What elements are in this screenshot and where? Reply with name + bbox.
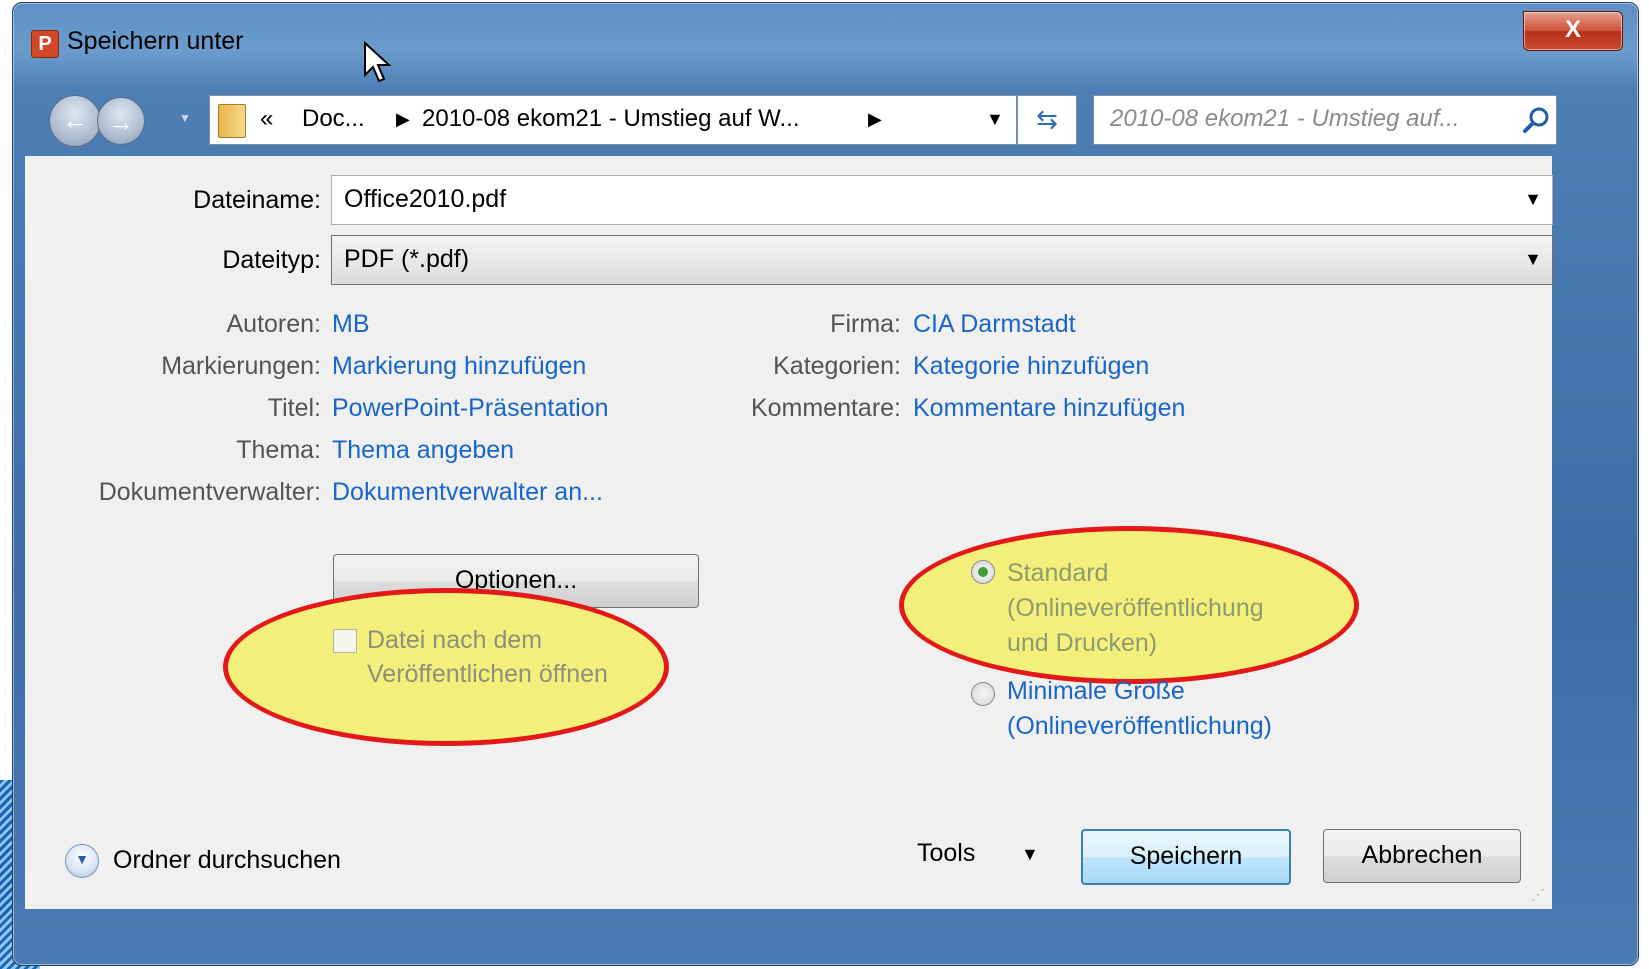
dialog-content: Dateiname: Office2010.pdf ▼ Dateityp: PD… (25, 156, 1553, 909)
filetype-value: PDF (*.pdf) (344, 245, 470, 273)
meta-value-tags[interactable]: Markierung hinzufügen (332, 352, 586, 381)
save-button[interactable]: Speichern (1081, 829, 1291, 885)
open-after-publish-label[interactable]: Datei nach dem Veröffentlichen öffnen (367, 623, 667, 691)
filename-value[interactable]: Office2010.pdf (344, 185, 506, 214)
close-button[interactable]: X (1523, 11, 1623, 51)
meta-label-company: Firma: (830, 310, 901, 338)
filetype-select[interactable]: PDF (*.pdf) ▼ (331, 235, 1553, 285)
folder-icon (218, 104, 246, 138)
window-title: Speichern unter (67, 27, 244, 55)
breadcrumb-chevron-icon[interactable]: ▶ (868, 109, 882, 130)
browse-folders-label[interactable]: Ordner durchsuchen (113, 846, 341, 875)
forward-arrow-icon: → (108, 107, 134, 137)
breadcrumb-chevron-icon[interactable]: ▶ (396, 109, 410, 130)
recent-locations-chevron-icon[interactable]: ▼ (179, 111, 193, 125)
refresh-button[interactable]: ⇆ (1017, 95, 1077, 145)
meta-label-subject: Thema: (236, 436, 321, 464)
filetype-label: Dateityp: (222, 246, 321, 274)
radio-minimal-size-label[interactable]: Minimale Größe (Onlineveröffentlichung) (1007, 674, 1287, 744)
refresh-icon: ⇆ (1036, 104, 1058, 134)
radio-standard-label[interactable]: Standard (Onlineveröffentlichung und Dru… (1007, 556, 1287, 661)
back-button[interactable]: ← (49, 95, 101, 147)
address-overflow[interactable]: « (260, 105, 273, 133)
filename-field[interactable]: Office2010.pdf ▼ (331, 175, 1553, 225)
search-icon[interactable] (1520, 104, 1552, 136)
search-placeholder: 2010-08 ekom21 - Umstieg auf... (1110, 105, 1460, 132)
meta-value-title[interactable]: PowerPoint-Präsentation (332, 394, 609, 423)
meta-label-comments: Kommentare: (750, 394, 901, 422)
meta-label-tags: Markierungen: (161, 352, 321, 380)
mouse-cursor-icon (364, 41, 392, 83)
tools-chevron-down-icon[interactable]: ▼ (1021, 844, 1039, 865)
radio-minimal-size[interactable] (971, 682, 995, 706)
chevron-down-icon: ▼ (75, 851, 89, 867)
chevron-down-icon[interactable]: ▼ (1524, 249, 1542, 270)
filename-label: Dateiname: (193, 186, 321, 214)
resize-grip-icon[interactable]: ⋰ (1531, 886, 1545, 903)
meta-value-manager[interactable]: Dokumentverwalter an... (332, 478, 603, 507)
meta-label-title: Titel: (267, 394, 321, 422)
radio-selected-dot (978, 567, 988, 577)
radio-standard[interactable] (971, 560, 995, 584)
search-input[interactable]: 2010-08 ekom21 - Umstieg auf... (1093, 95, 1557, 145)
browse-folders-toggle[interactable]: ▼ (65, 844, 99, 878)
meta-label-manager: Dokumentverwalter: (98, 478, 321, 506)
powerpoint-icon: P (31, 30, 59, 58)
chevron-down-icon[interactable]: ▼ (1524, 189, 1542, 210)
breadcrumb-documents[interactable]: Doc... (302, 105, 365, 133)
breadcrumb-current-folder[interactable]: 2010-08 ekom21 - Umstieg auf W... (422, 105, 800, 133)
address-bar[interactable]: « Doc... ▶ 2010-08 ekom21 - Umstieg auf … (209, 95, 1017, 145)
open-after-publish-checkbox[interactable] (333, 629, 357, 653)
meta-label-authors: Autoren: (226, 310, 321, 338)
meta-value-company[interactable]: CIA Darmstadt (913, 310, 1076, 339)
meta-label-categories: Kategorien: (773, 352, 901, 380)
meta-value-authors[interactable]: MB (332, 310, 370, 339)
meta-value-categories[interactable]: Kategorie hinzufügen (913, 352, 1149, 381)
forward-button[interactable]: → (97, 97, 145, 145)
tools-button[interactable]: Tools (917, 839, 975, 868)
save-as-dialog: P Speichern unter X ← → ▼ « Doc... ▶ 201… (12, 2, 1639, 966)
meta-value-comments[interactable]: Kommentare hinzufügen (913, 394, 1185, 423)
address-dropdown-icon[interactable]: ▼ (986, 109, 1004, 130)
back-arrow-icon: ← (62, 105, 88, 135)
meta-value-subject[interactable]: Thema angeben (332, 436, 514, 465)
cancel-button[interactable]: Abbrechen (1323, 829, 1521, 883)
